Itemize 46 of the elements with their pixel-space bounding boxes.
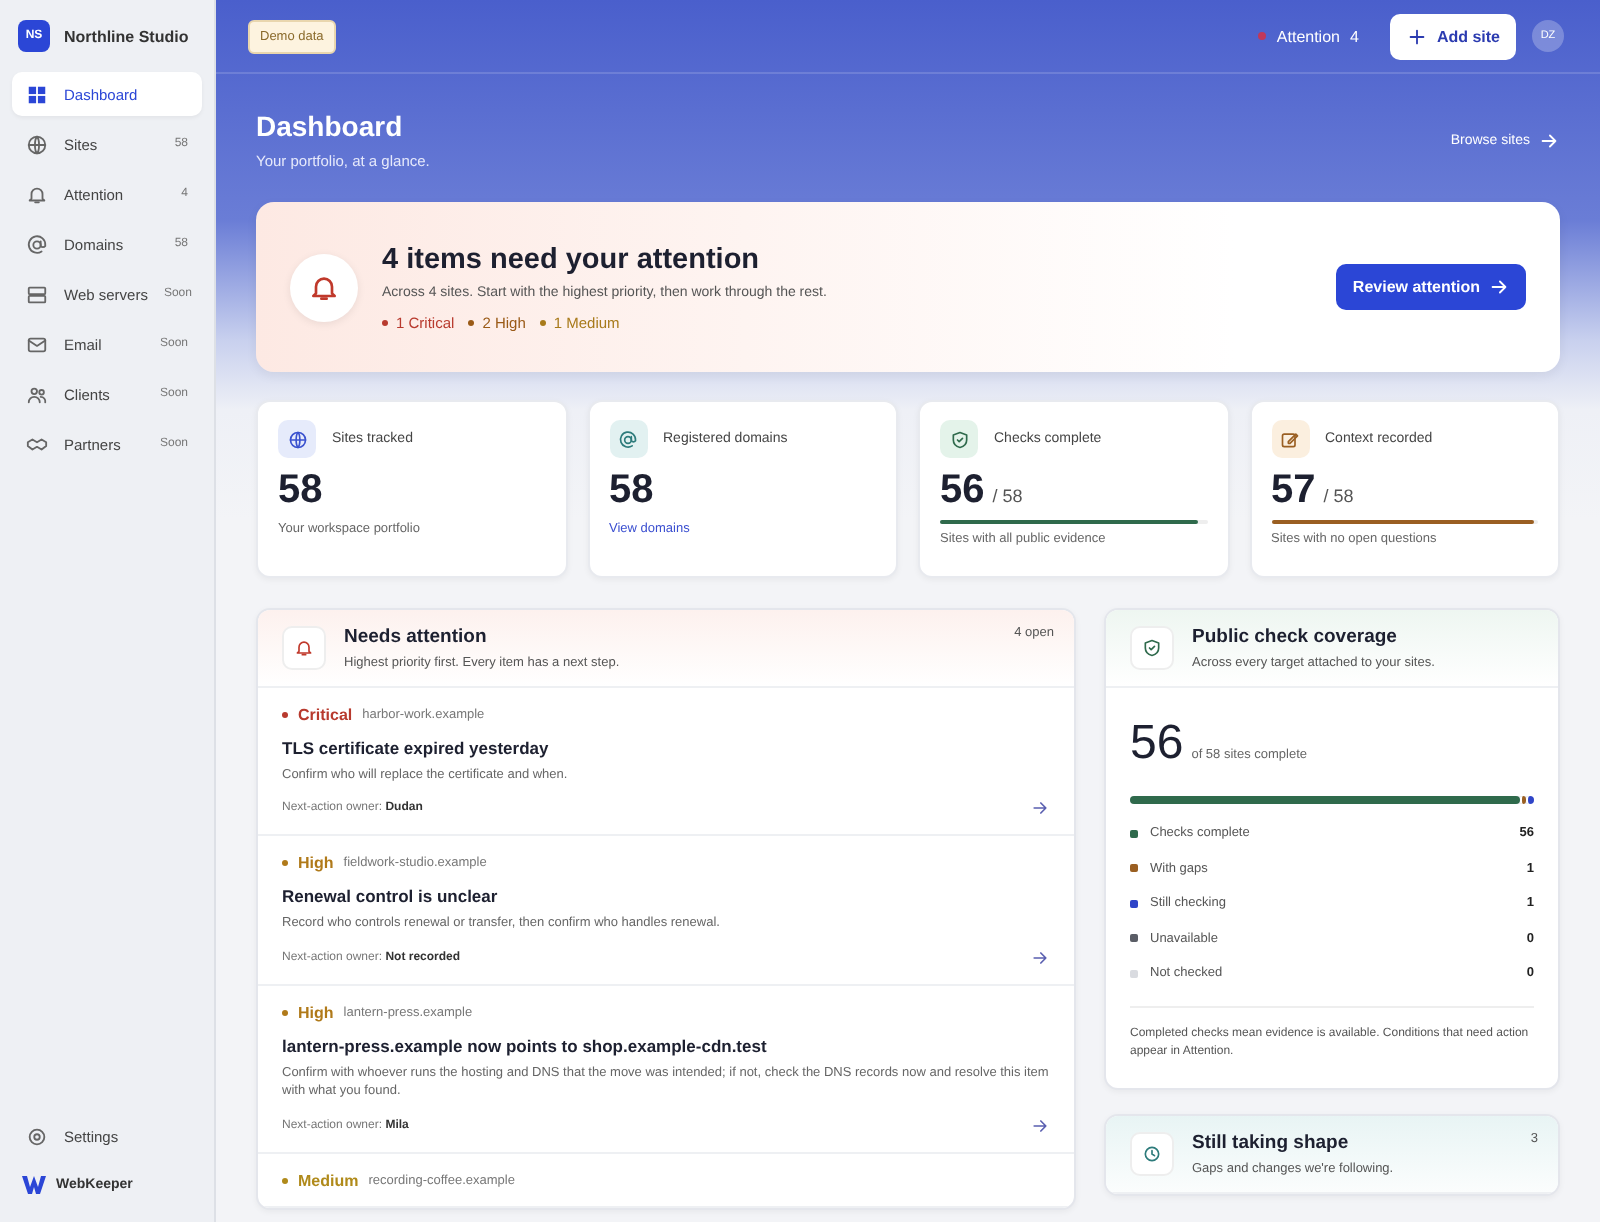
stat-value: 58 <box>609 468 654 514</box>
add-site-button[interactable]: Add site <box>1390 13 1516 59</box>
severity-label: Medium <box>298 1171 359 1190</box>
panel-title: Still taking shape <box>1192 1131 1351 1154</box>
plus-icon <box>1406 25 1429 47</box>
globe-icon <box>287 429 307 449</box>
review-attention-button[interactable]: Review attention <box>1336 264 1526 310</box>
stat-total: / 58 <box>992 486 1023 506</box>
envelope-icon <box>26 333 48 355</box>
settings-icon <box>26 1125 48 1147</box>
workspace-name: Northline Studio <box>64 27 189 45</box>
arrow-right-icon <box>1538 129 1560 151</box>
at-sign-icon <box>26 233 48 255</box>
coverage-value: 56 <box>1130 716 1184 772</box>
arrow-right-icon <box>1488 276 1510 298</box>
shield-check-icon <box>949 429 969 449</box>
people-icon <box>26 383 48 405</box>
logo-icon <box>22 1176 46 1194</box>
at-sign-icon <box>618 429 638 449</box>
stat-value: 58 <box>278 468 323 514</box>
page-title: Dashboard <box>256 110 405 142</box>
globe-icon <box>26 133 48 155</box>
shield-check-icon <box>1142 638 1162 658</box>
pencil-square-icon <box>1280 429 1300 449</box>
arrow-right-icon[interactable] <box>1030 1115 1050 1136</box>
issue-title: TLS certificate expired yesterday <box>282 738 551 758</box>
arrow-right-icon[interactable] <box>1030 947 1050 968</box>
clock-icon <box>1142 1143 1162 1164</box>
panel-title: Public check coverage <box>1192 626 1399 648</box>
stat-value: 57 <box>1271 468 1316 514</box>
issue-title: Renewal control is unclear <box>282 886 500 907</box>
stat-value: 56 <box>940 468 985 514</box>
severity-label: High <box>298 1003 334 1022</box>
attention-link[interactable]: Attention 4 <box>1258 27 1359 45</box>
bell-icon <box>294 638 314 658</box>
severity-label: Critical <box>298 706 353 724</box>
issue-title: lantern-press.example now points to shop.example-cdn.test <box>282 1035 769 1056</box>
severity-label: High <box>298 854 334 873</box>
server-icon <box>26 283 48 305</box>
alarm-bell-icon <box>308 271 340 303</box>
stat-total: / 58 <box>1323 486 1354 506</box>
banner-title: 4 items need your attention <box>382 243 762 275</box>
arrow-right-icon[interactable] <box>1030 798 1050 819</box>
bell-icon <box>26 183 48 205</box>
grid-icon <box>26 83 48 105</box>
panel-title: Needs attention <box>344 626 489 648</box>
